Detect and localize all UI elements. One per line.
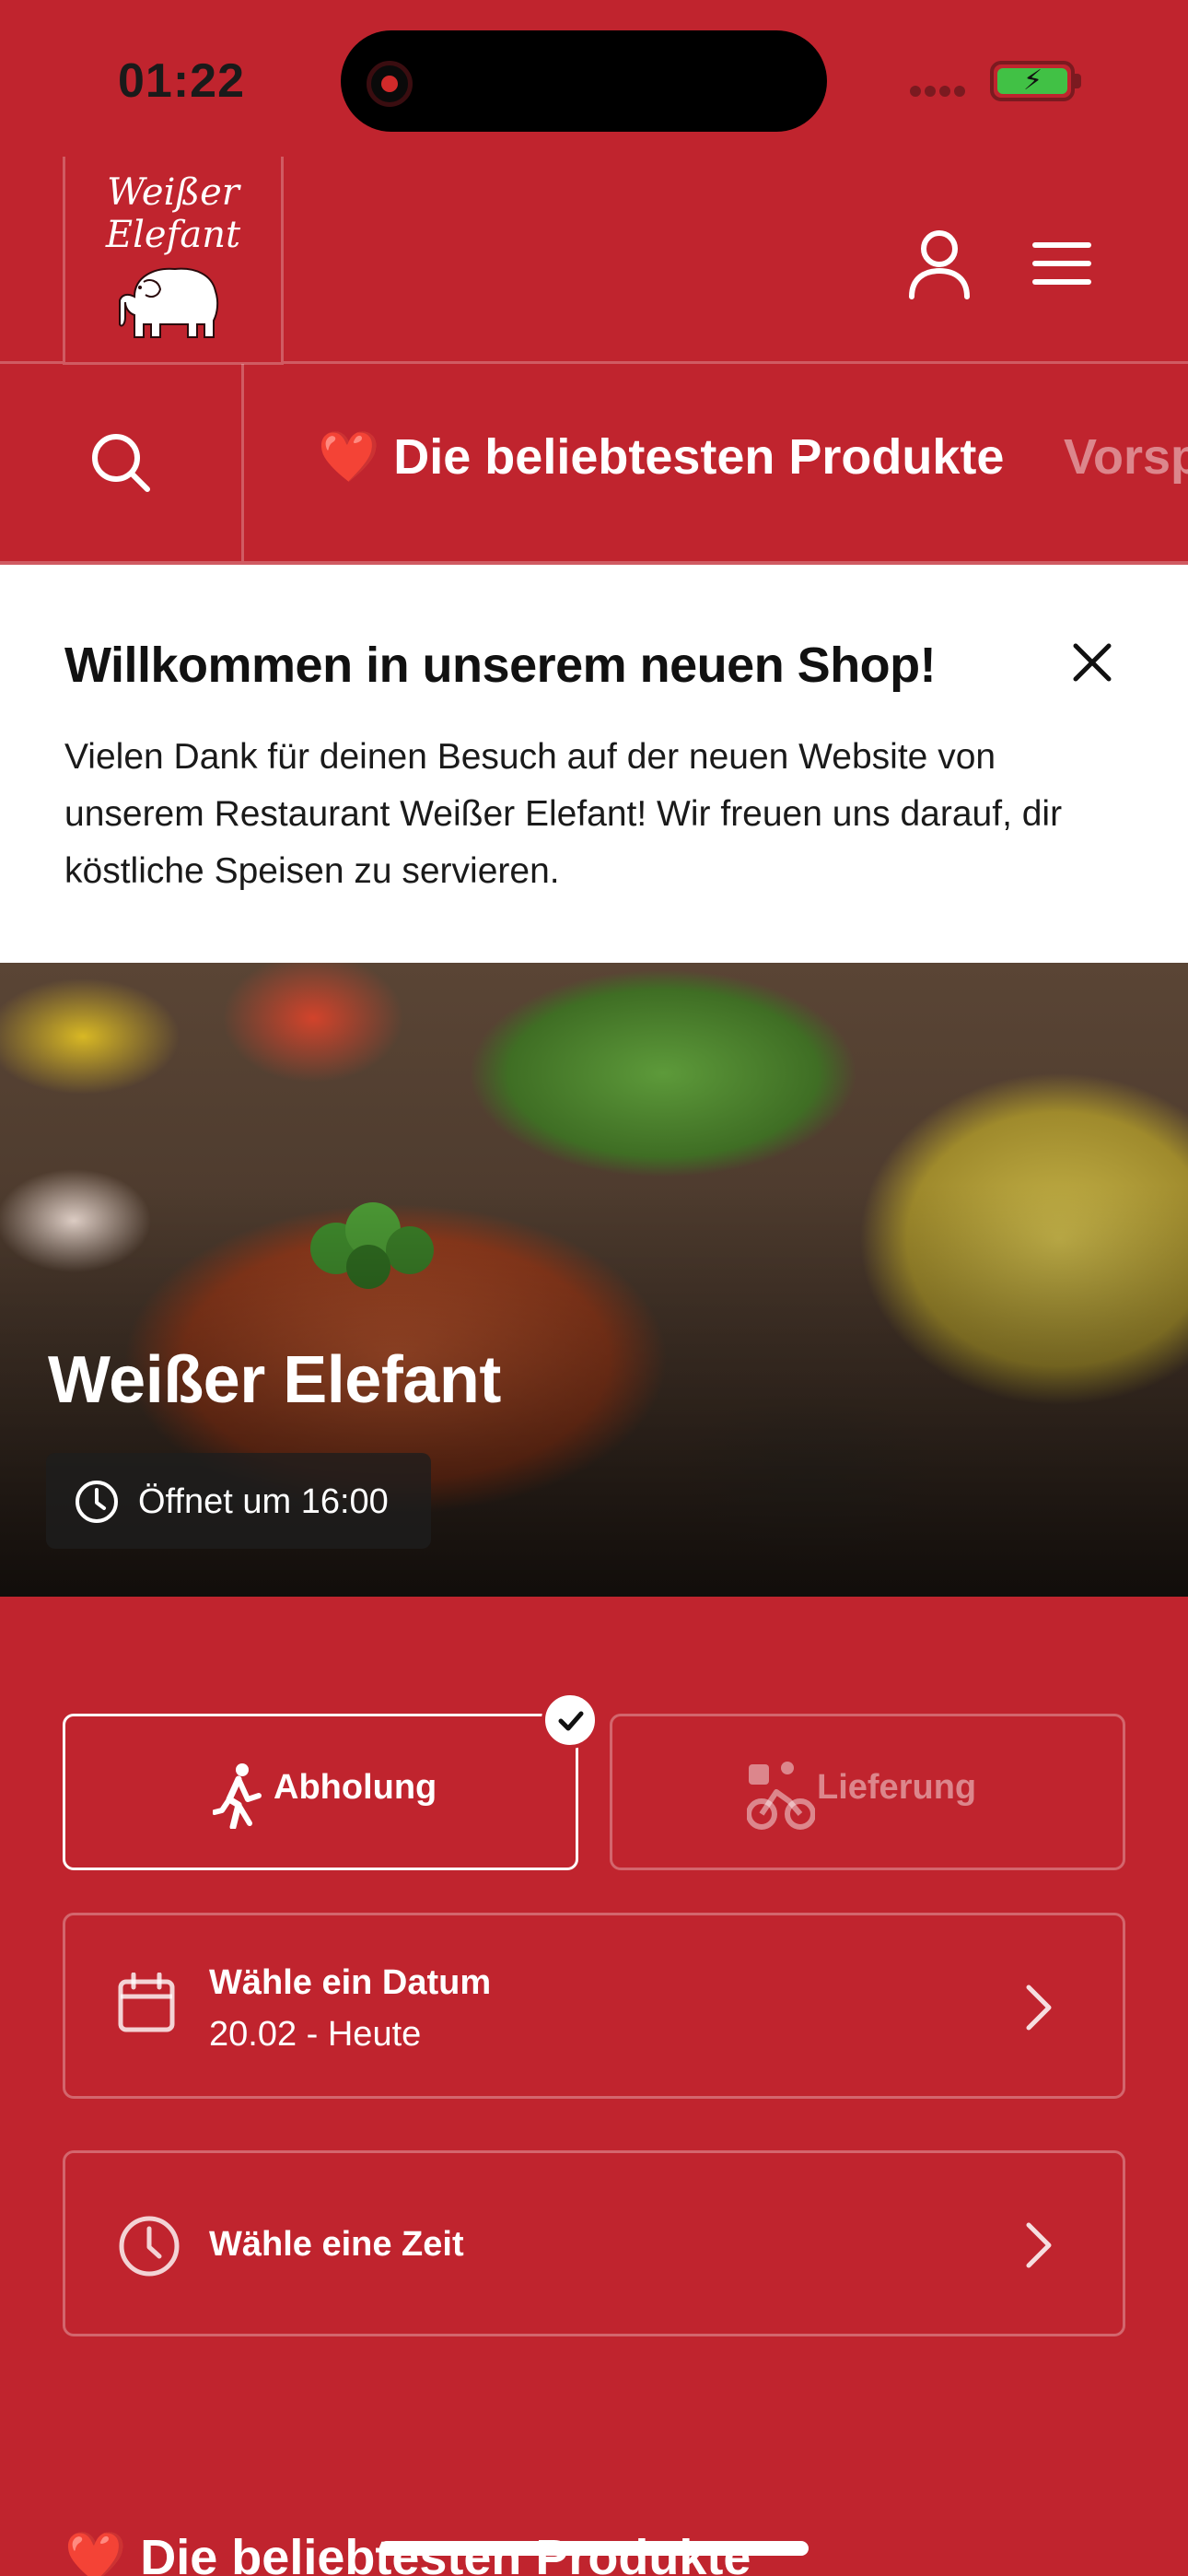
chevron-right-icon [1026,2222,1052,2268]
clock-icon [76,1481,118,1523]
tab-popular-products[interactable]: ❤️ Die beliebtesten Produkte [318,428,1004,486]
date-selector[interactable]: Wähle ein Datum 20.02 - Heute [63,1913,1125,2099]
battery-cap [1075,74,1081,88]
walking-person-icon [213,1763,262,1829]
calendar-icon [118,1973,175,2032]
dynamic-island [341,30,827,132]
tab-next[interactable]: Vorsp [1064,428,1188,486]
heart-icon: ❤️ [64,2530,127,2576]
user-icon[interactable] [903,227,976,300]
date-selector-title: Wähle ein Datum [209,1963,492,2002]
welcome-banner: Willkommen in unserem neuen Shop! Vielen… [0,565,1188,963]
logo-line-2: Elefant [105,214,241,256]
time-selector-title: Wähle eine Zeit [209,2225,464,2264]
search-icon [92,434,150,492]
search-button[interactable] [0,364,244,561]
restaurant-name: Weißer Elefant [48,1343,501,1417]
home-indicator[interactable] [379,2541,809,2556]
status-time: 01:22 [118,54,245,108]
logo-text: Weißer Elefant [65,171,281,256]
welcome-text: Vielen Dank für deinen Besuch auf der ne… [64,737,1063,891]
logo-line-1: Weißer [107,171,239,214]
category-nav: ❤️ Die beliebtesten Produkte Vorsp [0,364,1188,565]
selected-check-icon [542,1692,599,1749]
welcome-title: Willkommen in unserem neuen Shop! [64,638,937,693]
time-selector[interactable]: Wähle eine Zeit [63,2150,1125,2336]
restaurant-logo[interactable]: Weißer Elefant [63,157,284,365]
opening-status-badge: Öffnet um 16:00 [46,1453,431,1549]
site-header: Weißer Elefant [0,157,1188,365]
pickup-label: Abholung [274,1768,437,1807]
bicycle-courier-icon [747,1762,815,1830]
date-selector-value: 20.02 - Heute [209,2015,422,2054]
status-bar: 01:22 ⚡ [0,0,1188,157]
delivery-button[interactable]: Lieferung [610,1714,1125,1870]
signal-icon [910,85,974,97]
hamburger-menu-icon[interactable] [1030,240,1094,287]
delivery-label: Lieferung [817,1768,977,1807]
opening-status-text: Öffnet um 16:00 [138,1482,389,1521]
clock-icon [119,2216,180,2277]
recording-indicator-icon [367,61,413,107]
heart-icon: ❤️ [318,429,380,485]
hero-image: Weißer Elefant Öffnet um 16:00 [0,963,1188,1597]
close-icon[interactable] [1066,637,1118,688]
battery-icon: ⚡ [990,61,1075,101]
chevron-right-icon [1026,1985,1052,2031]
pickup-button[interactable]: Abholung [63,1714,578,1870]
elephant-icon [119,267,219,338]
tab-label: Die beliebtesten Produkte [393,429,1005,485]
charging-bolt-icon: ⚡ [1023,65,1043,96]
